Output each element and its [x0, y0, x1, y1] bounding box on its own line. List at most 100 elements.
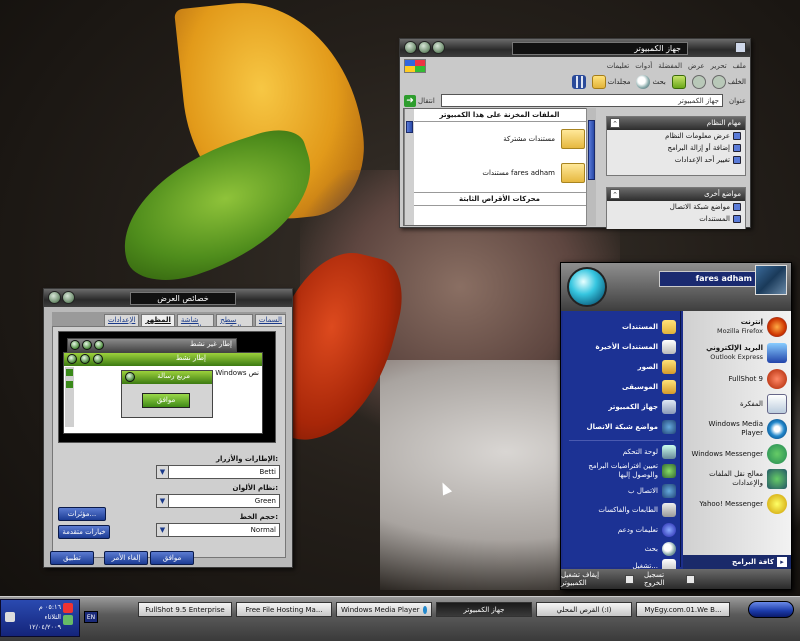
- program-messenger[interactable]: Windows Messenger: [683, 442, 791, 466]
- menu-tools[interactable]: أدوات: [635, 62, 652, 70]
- program-fullshot[interactable]: FullShot 9: [683, 366, 791, 392]
- preview-scroll-arrow: [66, 381, 73, 388]
- taskbar-button-local-disk[interactable]: القرص المحلي (:I): [536, 602, 632, 617]
- window-title: خصائص العرض: [130, 292, 236, 305]
- item-label: مواضع شبكة الاتصال: [586, 422, 658, 431]
- taskbar-button-my-computer[interactable]: جهاز الكمبيوتر: [436, 602, 532, 617]
- taskbar-label: جهاز الكمبيوتر: [463, 605, 505, 614]
- taskbar-button-browser[interactable]: Free File Hosting Ma...: [236, 602, 332, 617]
- font-size-select[interactable]: ▼ Normal: [156, 523, 280, 537]
- taskbar-button-fullshot[interactable]: FullShot 9.5 Enterprise: [138, 602, 232, 617]
- advanced-button[interactable]: خيارات متقدمة: [58, 525, 110, 539]
- forward-button[interactable]: [691, 75, 706, 89]
- go-button[interactable]: ➜ انتقال: [404, 94, 435, 107]
- chevron-down-icon[interactable]: ▼: [157, 524, 169, 536]
- chevron-down-icon[interactable]: ▼: [157, 466, 169, 478]
- preview-ok-label: موافق: [156, 396, 176, 404]
- program-media-player[interactable]: Windows Media Player: [683, 416, 791, 442]
- pictures-icon: [662, 360, 676, 374]
- folders-label: مجلدات: [607, 78, 631, 86]
- display-titlebar[interactable]: خصائص العرض: [44, 289, 292, 307]
- folder-icon: [561, 163, 585, 183]
- all-programs-button[interactable]: كافة البرامج ▸: [683, 555, 791, 569]
- collapse-chevron-icon[interactable]: ⌃: [610, 189, 620, 199]
- folder-shared-documents[interactable]: مستندات مشتركة: [404, 122, 595, 156]
- set-program-defaults[interactable]: تعيين افتراضيات البرامج والوصول إليها: [563, 460, 680, 482]
- place-network[interactable]: مواضع شبكة الاتصال: [563, 417, 680, 437]
- logoff-label: تسجيل الخروج: [644, 571, 665, 587]
- program-transfer-wizard[interactable]: معالج نقل الملفات والإعدادات: [683, 466, 791, 492]
- program-email[interactable]: البريد الإلكتروني Outlook Express: [683, 340, 791, 366]
- search-icon: [636, 75, 651, 89]
- minimize-button[interactable]: [432, 41, 445, 54]
- address-input[interactable]: جهاز الكمبيوتر: [440, 94, 723, 107]
- menu-help[interactable]: تعليمات: [607, 62, 630, 70]
- taskbar-button-myegy[interactable]: MyEgy.com.01.We B...: [636, 602, 730, 617]
- place-documents[interactable]: المستندات: [563, 317, 680, 337]
- start-button[interactable]: [748, 601, 794, 618]
- menu-edit[interactable]: تحرير: [711, 62, 727, 70]
- chevron-down-icon[interactable]: ▼: [157, 495, 169, 507]
- control-panel[interactable]: لوحة التحكم: [563, 444, 680, 460]
- place-music[interactable]: الموسيقى: [563, 377, 680, 397]
- task-change-setting[interactable]: تغيير أحد الإعدادات: [607, 154, 745, 166]
- views-icon[interactable]: [571, 75, 586, 89]
- explorer-titlebar[interactable]: جهاز الكمبيوتر: [400, 39, 750, 57]
- other-places-title: مواضع أخرى: [704, 190, 741, 198]
- effects-button[interactable]: مؤثرات...: [58, 507, 106, 521]
- place-my-computer[interactable]: جهاز الكمبيوتر: [563, 397, 680, 417]
- search[interactable]: بحث: [563, 540, 680, 558]
- arrow-right-icon: ▸: [777, 557, 787, 567]
- program-internet[interactable]: إنترنت Mozilla Firefox: [683, 314, 791, 340]
- messenger-tray-icon: [63, 615, 73, 625]
- task-label: تغيير أحد الإعدادات: [674, 156, 730, 164]
- place-recent-documents[interactable]: المستندات الأخيرة: [563, 337, 680, 357]
- collapse-chevron-icon[interactable]: ⌃: [610, 118, 620, 128]
- windows-buttons-select[interactable]: ▼ Betti: [156, 465, 280, 479]
- taskbar-label: Free File Hosting Ma...: [245, 605, 323, 614]
- place-documents[interactable]: المستندات: [607, 213, 745, 225]
- help-support[interactable]: تعليمات ودعم: [563, 520, 680, 540]
- clock-time[interactable]: ٠٥:١٦ م: [17, 603, 61, 611]
- explorer-scrollbar[interactable]: [586, 108, 596, 226]
- folder-user-documents[interactable]: مستندات fares adham: [404, 156, 595, 190]
- cancel-button[interactable]: إلغاء الأمر: [104, 551, 148, 565]
- help-button[interactable]: [62, 291, 75, 304]
- place-network[interactable]: مواضع شبكة الاتصال: [607, 201, 745, 213]
- logoff-button[interactable]: تسجيل الخروج: [644, 571, 695, 587]
- file-list-scrollbar[interactable]: [404, 109, 414, 225]
- menu-favorites[interactable]: المفضلة: [658, 62, 682, 70]
- maximize-button[interactable]: [418, 41, 431, 54]
- up-folder-icon[interactable]: [671, 75, 686, 89]
- outlook-express-icon: [767, 343, 787, 363]
- search-button[interactable]: بحث: [636, 75, 666, 89]
- folders-button[interactable]: مجلدات: [591, 75, 631, 89]
- program-yahoo-messenger[interactable]: Yahoo! Messenger: [683, 492, 791, 516]
- avatar[interactable]: [755, 265, 787, 295]
- scroll-thumb[interactable]: [588, 120, 595, 180]
- program-notepad[interactable]: المفكرة: [683, 392, 791, 416]
- preview-inactive-titlebar: إطار غير نشط: [68, 339, 236, 352]
- back-label: الخلف: [727, 78, 746, 86]
- menu-file[interactable]: ملف: [733, 62, 746, 70]
- color-scheme-select[interactable]: ▼ Green: [156, 494, 280, 508]
- close-button[interactable]: [404, 41, 417, 54]
- shutdown-button[interactable]: إيقاف تشغيل الكمبيوتر: [561, 571, 634, 587]
- program-title: FullShot 9: [728, 374, 763, 383]
- language-indicator[interactable]: EN: [84, 611, 98, 623]
- place-pictures[interactable]: الصور: [563, 357, 680, 377]
- close-button[interactable]: [48, 291, 61, 304]
- system-tasks-header[interactable]: ⌃ مهام النظام: [607, 117, 745, 130]
- menu-view[interactable]: عرض: [688, 62, 705, 70]
- scroll-thumb[interactable]: [406, 121, 413, 133]
- taskbar-button-media-player[interactable]: Windows Media Player: [336, 602, 432, 617]
- ok-button[interactable]: موافق: [150, 551, 194, 565]
- color-scheme-value: Green: [254, 497, 276, 505]
- back-button[interactable]: الخلف: [711, 75, 746, 89]
- task-view-system-info[interactable]: عرض معلومات النظام: [607, 130, 745, 142]
- other-places-header[interactable]: ⌃ مواضع أخرى: [607, 188, 745, 201]
- apply-button[interactable]: تطبيق: [50, 551, 94, 565]
- printers-faxes[interactable]: الطابعات والفاكسات: [563, 500, 680, 520]
- task-add-remove-programs[interactable]: إضافة أو إزالة البرامج: [607, 142, 745, 154]
- connect-to[interactable]: الاتصال ب: [563, 482, 680, 500]
